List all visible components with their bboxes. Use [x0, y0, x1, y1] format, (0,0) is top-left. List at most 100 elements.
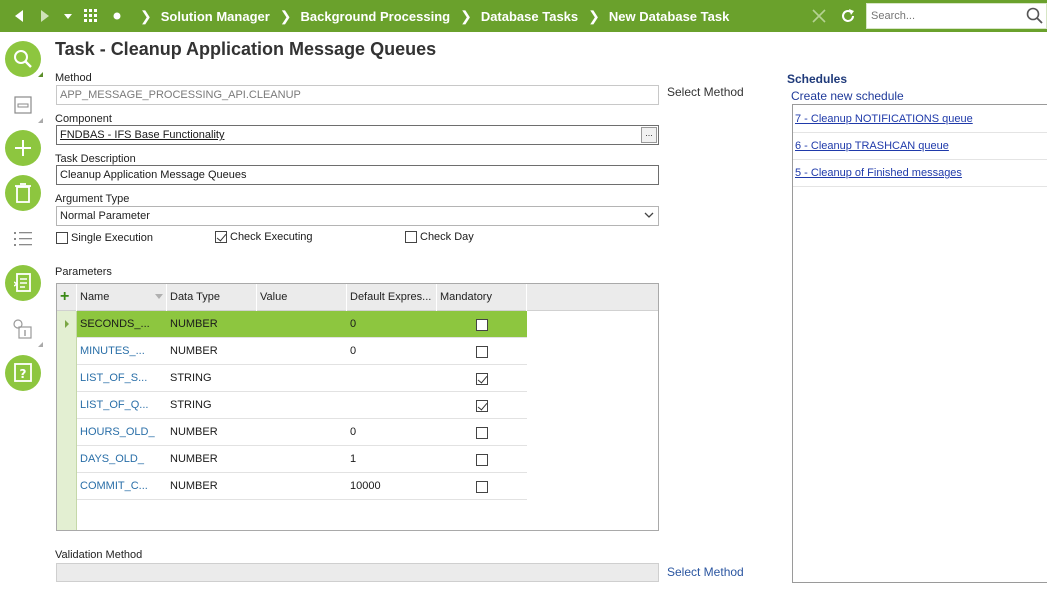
method-field[interactable]: APP_MESSAGE_PROCESSING_API.CLEANUP [56, 85, 659, 105]
cell-value[interactable] [260, 419, 345, 446]
cell-default-expression[interactable]: 0 [350, 311, 435, 338]
cell-default-expression[interactable] [350, 365, 435, 392]
mandatory-checkbox[interactable] [476, 453, 488, 466]
cell-mandatory[interactable] [437, 311, 527, 338]
cell-data-type[interactable]: NUMBER [170, 473, 255, 500]
table-row[interactable]: DAYS_OLD_ NUMBER 1 [77, 446, 527, 473]
table-row[interactable]: MINUTES_... NUMBER 0 [77, 338, 527, 365]
task-description-label: Task Description [55, 153, 136, 165]
cell-value[interactable] [260, 446, 345, 473]
cell-name[interactable]: LIST_OF_S... [80, 365, 165, 392]
column-header-mandatory[interactable]: Mandatory [437, 284, 527, 311]
select-method-button[interactable]: Select Method [667, 85, 744, 99]
mandatory-checkbox[interactable] [476, 426, 488, 439]
cell-name[interactable]: LIST_OF_Q... [80, 392, 165, 419]
check-executing-checkbox[interactable]: Check Executing [215, 231, 313, 243]
cell-value[interactable] [260, 392, 345, 419]
check-day-box[interactable] [405, 231, 417, 243]
form-view-icon[interactable] [12, 94, 34, 116]
cell-mandatory[interactable] [437, 338, 527, 365]
mandatory-checkbox[interactable] [476, 399, 488, 412]
cell-name[interactable]: MINUTES_... [80, 338, 165, 365]
task-description-field[interactable]: Cleanup Application Message Queues [56, 165, 659, 185]
check-day-checkbox[interactable]: Check Day [405, 231, 474, 243]
table-row[interactable]: LIST_OF_S... STRING [77, 365, 527, 392]
history-dropdown-icon[interactable] [58, 0, 78, 32]
help-icon[interactable]: ? [5, 355, 41, 391]
table-row[interactable]: HOURS_OLD_ NUMBER 0 [77, 419, 527, 446]
home-dot-icon[interactable] [104, 0, 130, 32]
validation-method-field[interactable] [56, 563, 659, 582]
add-icon[interactable] [5, 130, 41, 166]
info-icon[interactable] [12, 318, 34, 340]
cell-mandatory[interactable] [437, 446, 527, 473]
search-input[interactable] [871, 5, 1021, 27]
schedule-link[interactable]: 7 - Cleanup NOTIFICATIONS queue [795, 113, 973, 125]
column-header-data-type[interactable]: Data Type [167, 284, 257, 311]
cell-name[interactable]: DAYS_OLD_ [80, 446, 165, 473]
back-icon[interactable] [6, 0, 32, 32]
delete-icon[interactable] [5, 175, 41, 211]
single-execution-checkbox[interactable]: Single Execution [56, 232, 153, 244]
breadcrumb-separator-icon: ❯ [460, 7, 472, 24]
cell-data-type[interactable]: STRING [170, 365, 255, 392]
cell-name[interactable]: HOURS_OLD_ [80, 419, 165, 446]
cell-name[interactable]: SECONDS_... [80, 311, 165, 338]
corner-marker-icon [38, 72, 43, 77]
schedule-link[interactable]: 5 - Cleanup of Finished messages [795, 167, 962, 179]
cell-value[interactable] [260, 365, 345, 392]
document-icon[interactable] [5, 265, 41, 301]
cell-data-type[interactable]: NUMBER [170, 311, 255, 338]
list-view-icon[interactable] [12, 228, 34, 250]
column-header-value[interactable]: Value [257, 284, 347, 311]
add-row-button[interactable]: + [57, 284, 77, 311]
column-header-default-expression[interactable]: Default Expres... [347, 284, 437, 311]
component-lov-button[interactable]: ... [641, 127, 657, 143]
table-row[interactable]: COMMIT_C... NUMBER 10000 [77, 473, 527, 500]
cell-value[interactable] [260, 473, 345, 500]
cell-name[interactable]: COMMIT_C... [80, 473, 165, 500]
column-header-name[interactable]: Name [77, 284, 167, 311]
cell-data-type[interactable]: STRING [170, 392, 255, 419]
cell-value[interactable] [260, 338, 345, 365]
cell-default-expression[interactable]: 0 [350, 419, 435, 446]
table-row[interactable]: SECONDS_... NUMBER 0 [77, 311, 527, 338]
breadcrumb-separator-icon: ❯ [140, 7, 152, 24]
cell-default-expression[interactable] [350, 392, 435, 419]
cell-data-type[interactable]: NUMBER [170, 419, 255, 446]
breadcrumb-solution-manager[interactable]: Solution Manager [161, 9, 270, 24]
close-icon[interactable] [806, 0, 832, 32]
mandatory-checkbox[interactable] [476, 372, 488, 385]
sort-icon[interactable] [154, 284, 164, 311]
cell-mandatory[interactable] [437, 473, 527, 500]
cell-default-expression[interactable]: 1 [350, 446, 435, 473]
table-row[interactable]: LIST_OF_Q... STRING [77, 392, 527, 419]
single-execution-box[interactable] [56, 232, 68, 244]
cell-data-type[interactable]: NUMBER [170, 338, 255, 365]
cell-default-expression[interactable]: 0 [350, 338, 435, 365]
search-icon[interactable] [5, 41, 41, 77]
mandatory-checkbox[interactable] [476, 318, 488, 331]
mandatory-checkbox[interactable] [476, 345, 488, 358]
cell-value[interactable] [260, 311, 345, 338]
cell-mandatory[interactable] [437, 419, 527, 446]
check-executing-box[interactable] [215, 231, 227, 243]
argument-type-select[interactable]: Normal Parameter [56, 206, 659, 226]
cell-mandatory[interactable] [437, 392, 527, 419]
apps-grid-icon[interactable] [78, 0, 104, 32]
forward-icon[interactable] [32, 0, 58, 32]
create-new-schedule-link[interactable]: Create new schedule [791, 89, 904, 103]
refresh-icon[interactable] [835, 0, 861, 32]
component-field[interactable]: FNDBAS - IFS Base Functionality ... [56, 125, 659, 145]
cell-default-expression[interactable]: 10000 [350, 473, 435, 500]
cell-mandatory[interactable] [437, 365, 527, 392]
breadcrumb-database-tasks[interactable]: Database Tasks [481, 9, 578, 24]
row-selector-gutter [57, 311, 77, 530]
mandatory-checkbox[interactable] [476, 480, 488, 493]
breadcrumb-background-processing[interactable]: Background Processing [301, 9, 451, 24]
cell-data-type[interactable]: NUMBER [170, 446, 255, 473]
search-box [866, 3, 1047, 29]
validation-select-method-button[interactable]: Select Method [667, 565, 744, 579]
schedule-link[interactable]: 6 - Cleanup TRASHCAN queue [795, 140, 949, 152]
search-icon[interactable] [1026, 7, 1043, 27]
